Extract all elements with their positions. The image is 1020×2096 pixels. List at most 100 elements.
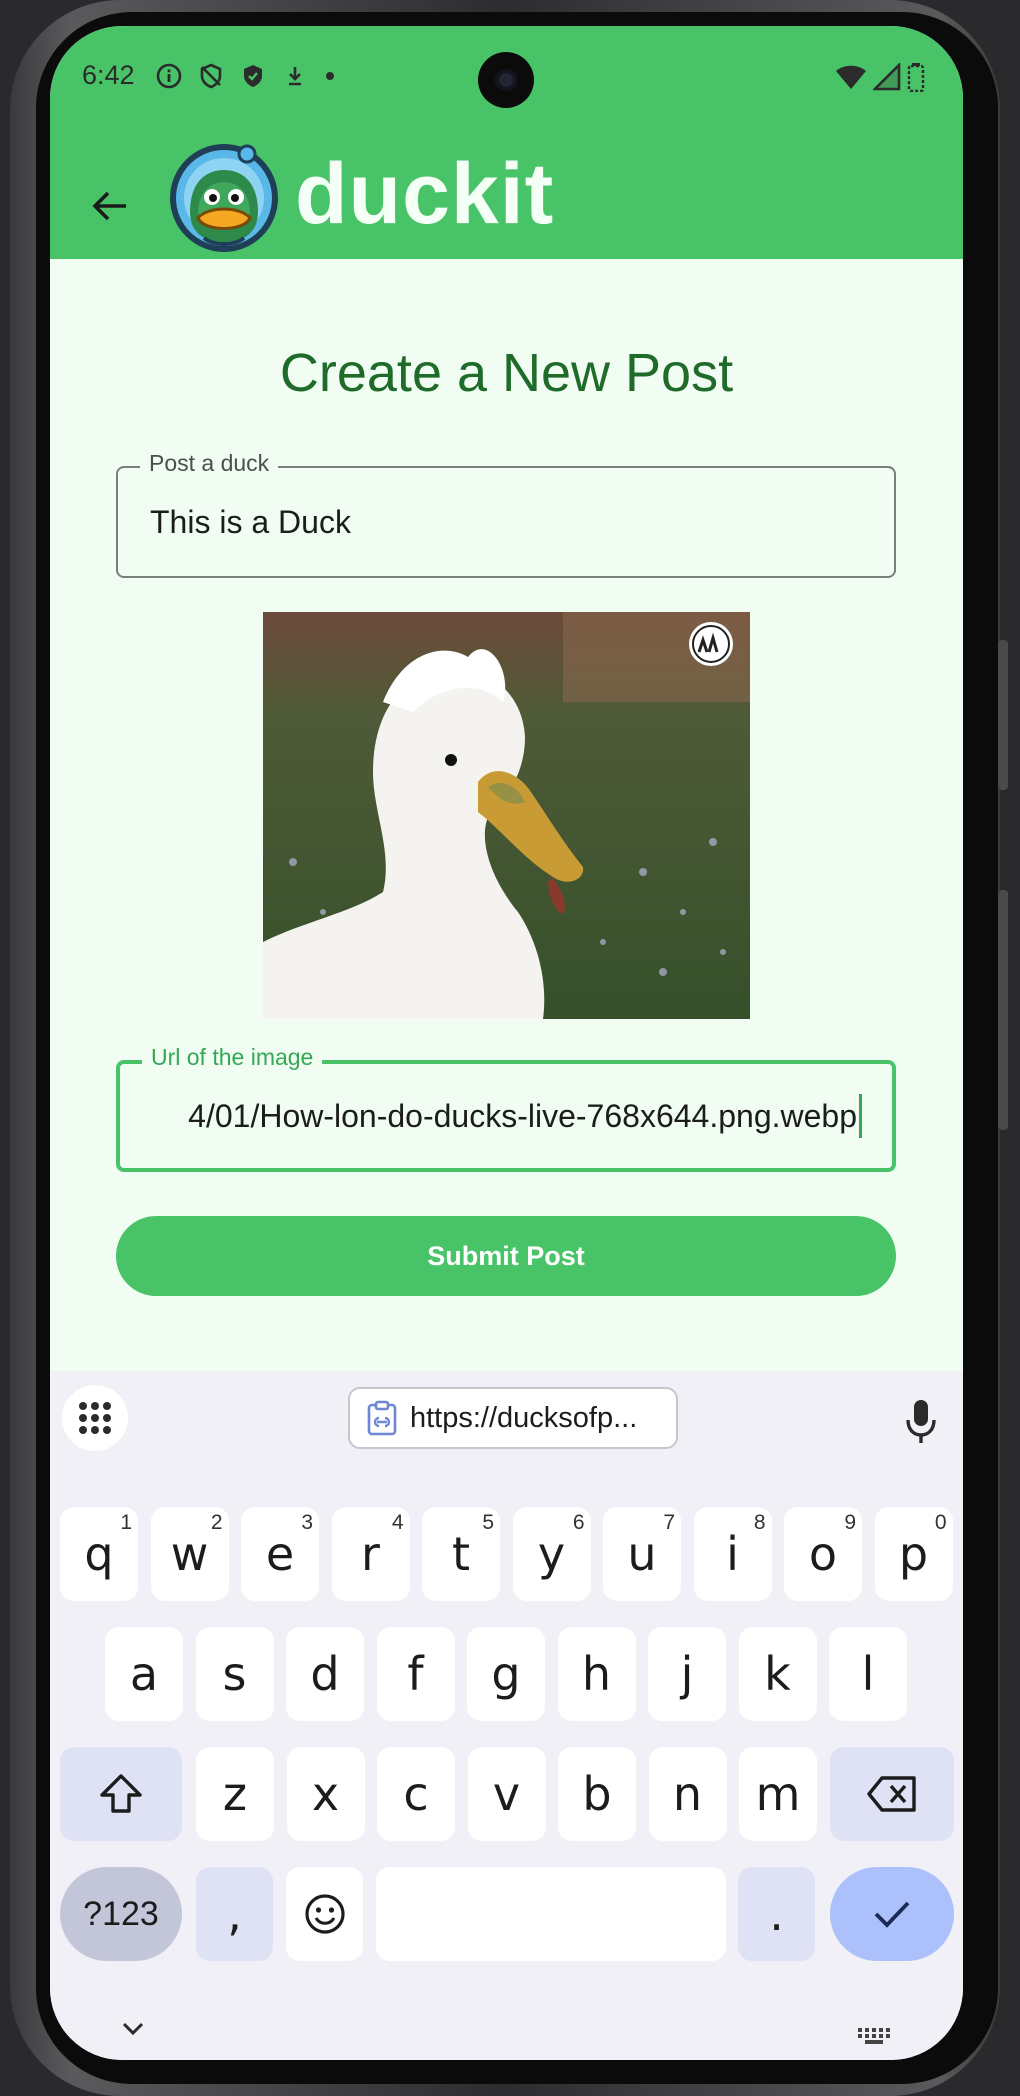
clipboard-suggestion-text: https://ducksofp... [410,1401,638,1434]
key-n[interactable]: n [648,1747,727,1841]
key-e[interactable]: e3 [241,1507,319,1601]
key-o-label: o [808,1527,838,1581]
status-notification-icons [155,62,337,90]
key-u[interactable]: u7 [603,1507,681,1601]
comma-key[interactable]: , [196,1867,273,1961]
enter-key[interactable] [830,1867,954,1961]
key-q-label: q [84,1527,114,1581]
key-c[interactable]: c [377,1747,455,1841]
key-h[interactable]: h [557,1627,636,1721]
info-icon [156,63,182,89]
key-w[interactable]: w2 [150,1507,229,1601]
hide-keyboard-icon[interactable] [120,2020,146,2038]
key-u-label: u [627,1527,657,1581]
key-p-hint: 0 [934,1511,947,1534]
key-c-label: c [403,1767,429,1821]
device-screen: 6:42 duckit Create a New Post Post a duc… [50,26,963,2060]
key-x-label: x [311,1767,340,1821]
key-x[interactable]: x [286,1747,365,1841]
image-url-value-wrap: 4/01/How-lon-do-ducks-live-768x644.png.w… [150,1064,862,1168]
key-k[interactable]: k [738,1627,817,1721]
front-camera [478,52,534,108]
key-v-label: v [492,1767,521,1821]
key-u-hint: 7 [663,1511,675,1534]
backspace-key[interactable] [830,1747,954,1841]
key-q[interactable]: q1 [60,1507,138,1601]
backspace-icon [867,1776,916,1812]
checkmark-icon [874,1901,910,1928]
back-button[interactable] [80,176,140,236]
key-z[interactable]: z [196,1747,274,1841]
wifi-icon [836,65,866,89]
key-d-label: d [310,1647,340,1701]
keyboard-switch-icon[interactable] [856,2026,892,2046]
soft-keyboard: https://ducksofp... q1w2e3r4t5y6u7i8o9p0… [50,1371,963,2060]
key-l[interactable]: l [829,1627,907,1721]
voice-input-button[interactable] [896,1393,946,1449]
power-button [998,640,1008,790]
emoji-key[interactable] [286,1867,363,1961]
key-j-label: j [680,1647,694,1701]
status-time: 6:42 [82,60,135,90]
key-f-label: f [407,1647,424,1701]
space-key[interactable] [376,1867,726,1961]
key-h-label: h [581,1647,612,1701]
app-top-bar: 6:42 duckit [50,26,963,259]
volume-button [998,890,1008,1130]
key-p[interactable]: p0 [874,1507,953,1601]
key-v[interactable]: v [467,1747,546,1841]
key-y-label: y [537,1527,566,1581]
image-url-value: 4/01/How-lon-do-ducks-live-768x644.png.w… [188,1097,857,1134]
key-e-label: e [265,1527,295,1581]
duck-logo [170,144,278,252]
key-r-hint: 4 [391,1511,404,1534]
key-q-hint: 1 [120,1511,132,1534]
key-e-hint: 3 [301,1511,313,1534]
key-g-label: g [491,1647,521,1701]
duck-preview-image [263,612,750,1019]
shift-icon [100,1774,142,1813]
keyboard-menu-button[interactable] [62,1385,128,1451]
image-url-input[interactable]: Url of the image 4/01/How-lon-do-ducks-l… [116,1042,896,1172]
symbols-key[interactable]: ?123 [60,1867,182,1961]
key-b[interactable]: b [558,1747,636,1841]
text-caret [859,1094,862,1138]
key-s[interactable]: s [195,1627,274,1721]
key-m-label: m [755,1767,801,1821]
key-g[interactable]: g [467,1627,545,1721]
key-j[interactable]: j [648,1627,726,1721]
key-p-label: p [898,1527,929,1581]
arrow-back-icon [92,191,126,221]
status-system-icons [835,62,925,92]
microphone-icon [906,1400,936,1443]
key-y[interactable]: y6 [512,1507,591,1601]
key-i[interactable]: i8 [693,1507,772,1601]
page-title: Create a New Post [279,343,734,403]
apps-grid-icon [79,1402,111,1434]
post-title-input[interactable]: Post a duck This is a Duck [116,448,896,578]
key-t[interactable]: t5 [422,1507,500,1601]
key-f[interactable]: f [376,1627,455,1721]
key-m[interactable]: m [739,1747,817,1841]
key-d[interactable]: d [286,1627,364,1721]
create-post-form: Create a New Post Post a duck This is a … [50,259,963,1371]
dot-icon [326,72,334,80]
key-w-hint: 2 [210,1511,223,1534]
key-t-hint: 5 [482,1511,494,1534]
submit-post-button[interactable]: Submit Post [116,1216,896,1296]
clipboard-suggestion-chip[interactable]: https://ducksofp... [348,1387,678,1449]
period-key[interactable]: . [738,1867,815,1961]
key-b-label: b [582,1767,612,1821]
key-w-label: w [170,1527,209,1581]
key-s-label: s [222,1647,247,1701]
key-n-label: n [672,1767,703,1821]
key-t-label: t [451,1527,471,1581]
signal-icon [873,63,901,91]
key-r[interactable]: r4 [331,1507,410,1601]
key-o[interactable]: o9 [784,1507,862,1601]
shift-key[interactable] [60,1747,182,1841]
key-r-label: r [361,1527,380,1581]
key-l-label: l [861,1647,875,1701]
key-a[interactable]: a [105,1627,183,1721]
battery-icon [907,63,925,92]
